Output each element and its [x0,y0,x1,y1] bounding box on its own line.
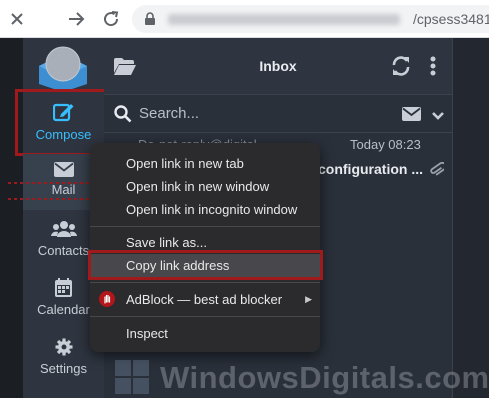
preview-pane [452,38,489,398]
gear-icon [55,338,72,356]
settings-label: Settings [40,361,87,376]
chevron-down-icon[interactable] [432,108,444,126]
calendar-icon [55,278,72,297]
context-menu: Open link in new tab Open link in new wi… [90,143,320,352]
menu-separator [90,282,320,283]
calendar-label: Calendar [37,302,90,317]
url-redacted [168,14,400,25]
menu-item-open-new-tab[interactable]: Open link in new tab [90,152,320,175]
more-options-icon[interactable] [430,56,436,81]
menu-separator [90,316,320,317]
contacts-icon [50,221,77,237]
menu-separator [90,226,320,227]
search-input[interactable]: Search... [139,105,199,122]
list-header: Inbox [104,38,452,95]
forward-icon[interactable] [64,6,90,32]
menu-item-open-new-window[interactable]: Open link in new window [90,175,320,198]
screen: /cpsess3481 Compose Mail Contacts Calend… [0,0,489,398]
close-tab-icon[interactable] [4,6,30,32]
lock-icon [144,12,156,31]
message-date: Today 08:23 [350,137,421,152]
watermark-text: WindowsDigitals.com [160,360,489,395]
watermark: WindowsDigitals.com [115,356,489,398]
search-bar[interactable]: Search... [104,95,452,133]
reload-icon[interactable] [98,6,124,32]
adblock-label: AdBlock — best ad blocker [126,292,283,307]
browser-toolbar: /cpsess3481 [0,0,489,38]
mail-label: Mail [51,182,76,197]
menu-item-open-incognito[interactable]: Open link in incognito window [90,198,320,221]
url-text: /cpsess3481 [413,11,489,27]
menu-item-adblock[interactable]: AdBlock — best ad blocker ▶ [90,288,320,311]
submenu-arrow-icon: ▶ [305,294,312,304]
envelope-icon [53,162,74,177]
refresh-icon[interactable] [391,56,411,81]
contacts-label: Contacts [37,243,90,258]
envelope-filter-icon[interactable] [402,107,421,126]
message-subject: configuration ... [318,161,423,177]
highlight-copy-link [88,250,323,280]
menu-item-inspect[interactable]: Inspect [90,322,320,345]
attachment-icon [430,161,447,184]
address-bar[interactable]: /cpsess3481 [132,5,489,33]
watermark-logo-icon [115,360,149,394]
search-icon [114,105,132,128]
adblock-icon [99,291,115,307]
